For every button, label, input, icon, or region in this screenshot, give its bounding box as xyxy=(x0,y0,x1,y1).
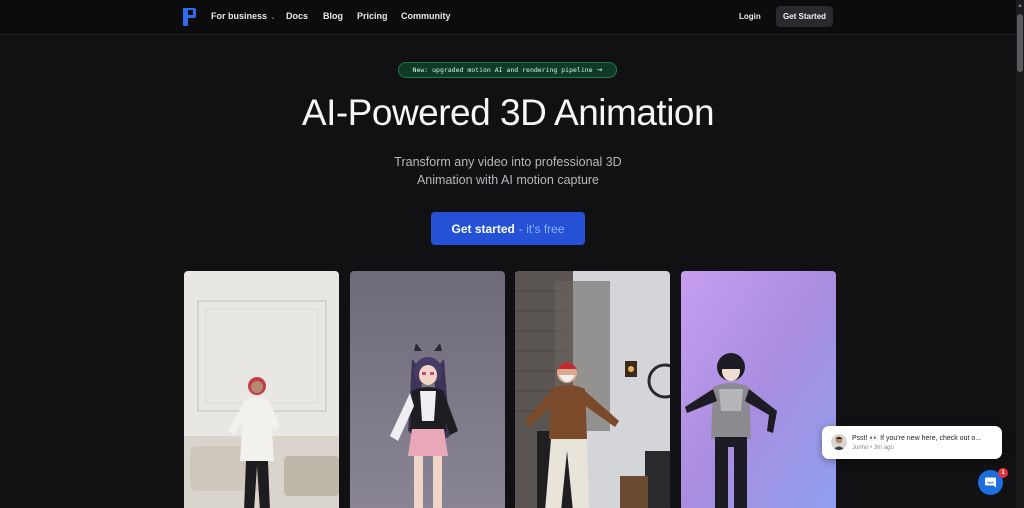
get-started-free-button[interactable]: Get started - it's free xyxy=(431,212,585,245)
scrollbar-thumb[interactable] xyxy=(1017,14,1023,72)
login-link[interactable]: Login xyxy=(739,12,761,21)
chat-icon xyxy=(985,477,996,488)
demo-video-card-3[interactable] xyxy=(515,271,670,508)
scroll-up-arrow-icon[interactable]: ▲ xyxy=(1017,2,1023,10)
nav-for-business-label: For business xyxy=(211,11,268,21)
chevron-down-icon: ⌄ xyxy=(270,14,276,21)
demo-video-card-4[interactable] xyxy=(681,271,836,508)
nav-pricing[interactable]: Pricing xyxy=(357,11,388,21)
hero-subtitle: Transform any video into professional 3D… xyxy=(358,153,658,189)
demo-video-anime-avatar-image xyxy=(350,271,505,508)
demo-video-3d-avatar-image xyxy=(681,271,836,508)
unread-count-badge: 1 xyxy=(998,468,1008,478)
chat-message-text: Psst! 👀 If you're new here, check out o.… xyxy=(852,435,982,442)
announcement-text: New: upgraded motion AI and rendering pi… xyxy=(412,66,593,74)
nav-for-business[interactable]: For business ⌄ xyxy=(211,11,276,21)
top-navbar: For business ⌄ Docs Blog Pricing Communit… xyxy=(0,0,1016,35)
nav-docs[interactable]: Docs xyxy=(286,11,308,21)
hero-title: AI-Powered 3D Animation xyxy=(301,92,715,133)
demo-video-man-dancing-image xyxy=(515,271,670,508)
cta-aux-label: - it's free xyxy=(518,221,565,236)
chat-message-meta: Junho • 3m ago xyxy=(852,445,894,451)
chat-author: Junho xyxy=(852,445,869,451)
page: For business ⌄ Docs Blog Pricing Communit… xyxy=(0,0,1024,508)
nav-community[interactable]: Community xyxy=(401,11,451,21)
nav-blog[interactable]: Blog xyxy=(323,11,343,21)
chat-time: 3m ago xyxy=(873,445,894,451)
arrow-right-icon: → xyxy=(596,66,603,74)
demo-video-card-2[interactable] xyxy=(350,271,505,508)
user-avatar-icon xyxy=(831,434,847,450)
chat-message-popup[interactable]: Psst! 👀 If you're new here, check out o.… xyxy=(822,426,1002,459)
scrollbar-track[interactable] xyxy=(1016,0,1024,508)
hero-subtitle-line-2: Animation with AI motion capture xyxy=(416,173,600,187)
hero-subtitle-line-1: Transform any video into professional 3D xyxy=(394,155,622,169)
get-started-nav-button[interactable]: Get Started xyxy=(776,6,833,27)
avatar xyxy=(831,434,847,450)
cta-main-label: Get started xyxy=(451,221,515,236)
demo-video-card-1[interactable] xyxy=(184,271,339,508)
brand-logo-icon[interactable] xyxy=(181,7,197,27)
announcement-badge[interactable]: New: upgraded motion AI and rendering pi… xyxy=(398,62,617,78)
demo-video-dancer-image xyxy=(184,271,339,508)
